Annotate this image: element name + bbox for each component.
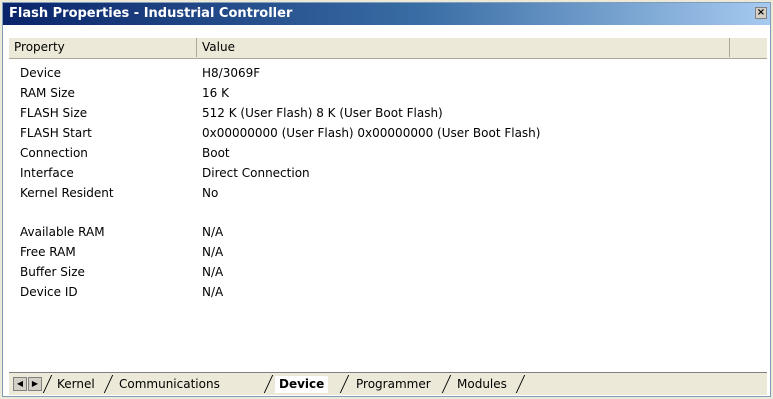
tab-separator bbox=[339, 375, 350, 393]
column-header-property[interactable]: Property bbox=[9, 38, 197, 57]
property-value: H8/3069F bbox=[202, 66, 261, 80]
window-title: Flash Properties - Industrial Controller bbox=[9, 6, 293, 21]
table-header: Property Value bbox=[9, 37, 767, 59]
property-key: Kernel Resident bbox=[20, 186, 114, 200]
sheet-tab-bar: ◀ ▶ Kernel Communications Device Program… bbox=[9, 372, 767, 395]
tab-modules[interactable]: Modules bbox=[453, 376, 511, 393]
property-key: Connection bbox=[20, 146, 88, 160]
table-row[interactable]: RAM Size 16 K bbox=[9, 83, 709, 103]
property-value: N/A bbox=[202, 245, 224, 259]
table-row[interactable]: FLASH Start 0x00000000 (User Flash) 0x00… bbox=[9, 123, 709, 143]
tab-scroll-right-icon[interactable]: ▶ bbox=[28, 377, 42, 391]
row-spacer bbox=[9, 203, 709, 222]
property-value: N/A bbox=[202, 225, 224, 239]
tab-kernel[interactable]: Kernel bbox=[53, 376, 99, 393]
property-key: Device ID bbox=[20, 285, 78, 299]
property-key: FLASH Start bbox=[20, 126, 92, 140]
property-value: Boot bbox=[202, 146, 230, 160]
tab-device[interactable]: Device bbox=[275, 376, 329, 393]
table-row[interactable]: Connection Boot bbox=[9, 143, 709, 163]
tab-separator bbox=[42, 375, 53, 393]
tab-separator bbox=[441, 375, 452, 393]
property-key: Interface bbox=[20, 166, 74, 180]
table-row[interactable]: Buffer Size N/A bbox=[9, 262, 709, 282]
column-header-empty[interactable] bbox=[730, 38, 767, 57]
tab-programmer[interactable]: Programmer bbox=[352, 376, 435, 393]
property-key: FLASH Size bbox=[20, 106, 88, 120]
property-key: Device bbox=[20, 66, 62, 80]
tab-separator bbox=[103, 375, 114, 393]
property-table-body: Device H8/3069F RAM Size 16 K FLASH Size… bbox=[9, 63, 709, 302]
tab-communications[interactable]: Communications bbox=[115, 376, 224, 393]
property-key: Buffer Size bbox=[20, 265, 85, 279]
table-row[interactable]: Device H8/3069F bbox=[9, 63, 709, 83]
tab-separator bbox=[515, 375, 526, 393]
title-bar[interactable]: Flash Properties - Industrial Controller… bbox=[3, 3, 770, 25]
table-row[interactable]: FLASH Size 512 K (User Flash) 8 K (User … bbox=[9, 103, 709, 123]
close-button[interactable]: × bbox=[755, 7, 767, 19]
column-header-value[interactable]: Value bbox=[197, 38, 730, 57]
property-value: Direct Connection bbox=[202, 166, 310, 180]
table-row[interactable]: Kernel Resident No bbox=[9, 183, 709, 203]
property-value: 512 K (User Flash) 8 K (User Boot Flash) bbox=[202, 106, 443, 120]
flash-properties-window: Flash Properties - Industrial Controller… bbox=[2, 2, 771, 397]
property-value: N/A bbox=[202, 285, 224, 299]
tab-scroll-left-icon[interactable]: ◀ bbox=[13, 377, 27, 391]
property-value: N/A bbox=[202, 265, 224, 279]
property-value: 0x00000000 (User Flash) 0x00000000 (User… bbox=[202, 126, 541, 140]
table-row[interactable]: Device ID N/A bbox=[9, 282, 709, 302]
property-value: No bbox=[202, 186, 219, 200]
table-row[interactable]: Free RAM N/A bbox=[9, 242, 709, 262]
table-row[interactable]: Interface Direct Connection bbox=[9, 163, 709, 183]
table-row[interactable]: Available RAM N/A bbox=[9, 222, 709, 242]
tab-separator bbox=[263, 375, 274, 393]
property-value: 16 K bbox=[202, 86, 229, 100]
property-key: Free RAM bbox=[20, 245, 76, 259]
property-key: RAM Size bbox=[20, 86, 75, 100]
property-key: Available RAM bbox=[20, 225, 105, 239]
